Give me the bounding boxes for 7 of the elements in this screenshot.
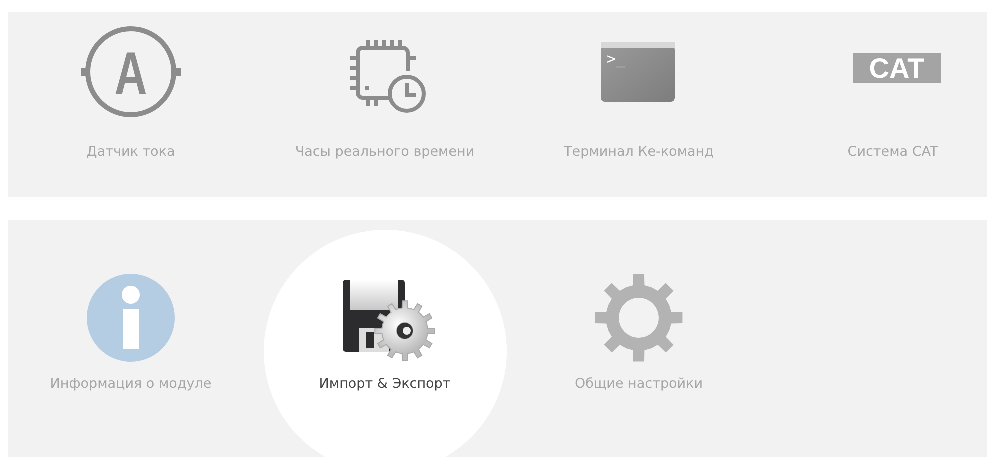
menu-tile[interactable]: Общие настройки (518, 230, 760, 457)
menu-tile[interactable]: Информация о модуле (10, 230, 252, 457)
menu-tile[interactable]: Часы реального времени (265, 12, 505, 197)
menu-tile[interactable]: A Датчик тока (11, 12, 251, 197)
menu-tile[interactable]: CAT Система CAT (773, 12, 987, 197)
menu-tile[interactable]: >_ Терминал Ке-команд (519, 12, 759, 197)
menu-tile[interactable]: Импорт & Экспорт (264, 230, 506, 457)
